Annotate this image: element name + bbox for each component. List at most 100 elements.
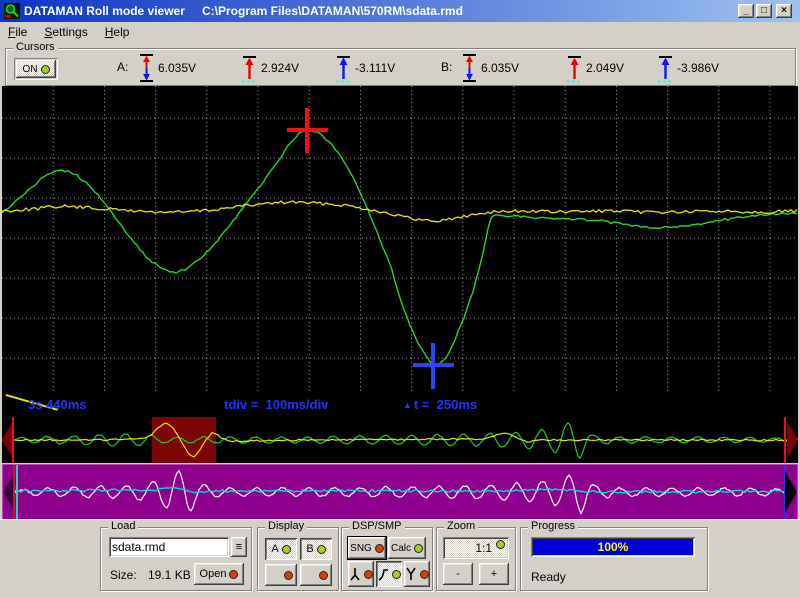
overview-strip-1 — [2, 417, 798, 463]
cursor-a-pp: 6.035V — [139, 52, 196, 84]
single-led — [375, 544, 384, 553]
status-text: Ready — [531, 570, 566, 584]
overview1-right-cursor[interactable] — [784, 417, 786, 463]
menu-settings[interactable]: Settings — [44, 25, 87, 39]
channel-a-option-led — [284, 571, 293, 580]
calc-led — [414, 544, 423, 553]
min-arrow-icon — [336, 53, 351, 83]
control-panel: Load ≡ Size: 19.1 KB Open Display A B DS… — [0, 519, 800, 598]
dsp-smp-group: DSP/SMP SNG Calc — [341, 527, 433, 591]
draw-mode-linear-button[interactable] — [376, 561, 402, 587]
channel-b-option-led — [319, 571, 328, 580]
cursor-a-marker[interactable] — [305, 108, 309, 153]
on-led — [41, 65, 50, 74]
timebase-row: 3s 440ms tdiv = 100ms/div ▲t = 250ms — [2, 393, 798, 417]
max-arrow-icon — [567, 53, 582, 83]
maximize-button[interactable]: □ — [756, 4, 772, 18]
cursor-a-max: 2.924V — [242, 52, 299, 84]
cursor-a-min: -3.111V — [336, 52, 395, 84]
cursor-b-pp: 6.035V — [462, 52, 519, 84]
cursor-b-label: B: — [441, 60, 452, 74]
progress-bar: 100% — [531, 537, 695, 557]
menu-bar: File Settings Help — [0, 22, 800, 42]
zoom-led — [496, 540, 505, 549]
zoom-ratio-value: 1:1 — [475, 541, 492, 555]
zoom-group: Zoom 1:1 - + — [436, 527, 516, 591]
draw-mode-dots-button[interactable] — [348, 561, 374, 587]
progress-fill: 100% — [533, 539, 693, 555]
menu-file[interactable]: File — [8, 25, 27, 39]
channel-a-led — [282, 545, 291, 554]
cursors-on-frame: ON — [14, 58, 58, 80]
window-title: DATAMAN Roll mode viewer — [24, 4, 185, 18]
overview-strip-2 — [2, 464, 798, 520]
linear-mode-icon — [377, 567, 389, 581]
main-yellow-trace — [2, 201, 797, 222]
step-mode-icon — [405, 567, 417, 581]
dots-mode-icon — [349, 567, 361, 581]
channel-a-button[interactable]: A — [265, 538, 297, 560]
window-left-edge — [0, 86, 2, 519]
filename-input[interactable] — [109, 537, 229, 557]
overview1-left-cursor[interactable] — [12, 417, 14, 463]
channel-b-led — [317, 545, 326, 554]
cursor-a-label: A: — [117, 60, 128, 74]
close-button[interactable]: × — [776, 4, 792, 18]
delta-icon: ▲ — [403, 400, 412, 410]
overview1-right-marker-icon[interactable] — [787, 421, 798, 459]
scope-canvas — [2, 86, 798, 393]
load-group: Load ≡ Size: 19.1 KB Open — [100, 527, 252, 591]
cursors-group: Cursors ON A: 6.035V 2.924V — [5, 48, 796, 86]
overview2-right-marker-icon[interactable] — [785, 471, 797, 513]
overview2-cyan-cursor[interactable] — [16, 465, 18, 519]
peak-to-peak-icon — [462, 53, 477, 83]
single-button[interactable]: SNG — [348, 537, 386, 559]
overview1-yellow-trace — [2, 423, 797, 457]
channel-b-option-button[interactable] — [300, 564, 332, 586]
overview2-canvas — [3, 465, 797, 519]
draw-mode-step-led — [420, 570, 429, 579]
elapsed-time: 3s 440ms — [28, 397, 87, 412]
main-green-trace — [2, 130, 797, 367]
cursor-b-min: -3.986V — [658, 52, 719, 84]
zoom-ratio-field: 1:1 — [443, 537, 509, 559]
cursor-b-marker[interactable] — [431, 343, 435, 389]
cursors-on-button[interactable]: ON — [16, 60, 56, 78]
size-value: 19.1 KB — [148, 568, 191, 582]
scope-display[interactable] — [2, 86, 798, 393]
dsp-smp-group-label: DSP/SMP — [349, 520, 405, 533]
load-group-label: Load — [108, 520, 138, 533]
draw-mode-dots-led — [364, 570, 373, 579]
zoom-group-label: Zoom — [444, 520, 478, 533]
overview1-canvas — [2, 417, 798, 463]
progress-group-label: Progress — [528, 520, 578, 533]
zoom-in-button[interactable]: + — [479, 563, 509, 585]
menu-help[interactable]: Help — [105, 25, 130, 39]
app-window: DATAMAN Roll mode viewer C:\Program File… — [0, 0, 800, 598]
title-bar[interactable]: DATAMAN Roll mode viewer C:\Program File… — [0, 0, 800, 22]
delta-t-readout: ▲t = 250ms — [403, 397, 477, 412]
display-group: Display A B — [257, 527, 339, 591]
minimize-button[interactable]: _ — [738, 4, 754, 18]
file-list-button[interactable]: ≡ — [231, 537, 247, 557]
draw-mode-step-button[interactable] — [404, 561, 430, 587]
draw-mode-linear-led — [392, 570, 401, 579]
min-arrow-icon — [658, 53, 673, 83]
progress-group: Progress 100% Ready — [520, 527, 708, 591]
calc-button[interactable]: Calc — [388, 537, 426, 559]
max-arrow-icon — [242, 53, 257, 83]
app-icon — [4, 3, 20, 19]
window-file-path: C:\Program Files\DATAMAN\570RM\sdata.rmd — [202, 4, 463, 18]
open-button[interactable]: Open — [194, 563, 244, 585]
overview2-left-cursor[interactable] — [13, 465, 15, 519]
cursors-group-label: Cursors — [13, 41, 58, 54]
zoom-out-button[interactable]: - — [443, 563, 473, 585]
tdiv-readout: tdiv = 100ms/div — [224, 397, 328, 412]
peak-to-peak-icon — [139, 53, 154, 83]
channel-a-option-button[interactable] — [265, 564, 297, 586]
channel-b-button[interactable]: B — [300, 538, 332, 560]
size-label: Size: — [110, 568, 137, 582]
open-led — [229, 570, 238, 579]
display-group-label: Display — [265, 520, 307, 533]
cursor-b-max: 2.049V — [567, 52, 624, 84]
